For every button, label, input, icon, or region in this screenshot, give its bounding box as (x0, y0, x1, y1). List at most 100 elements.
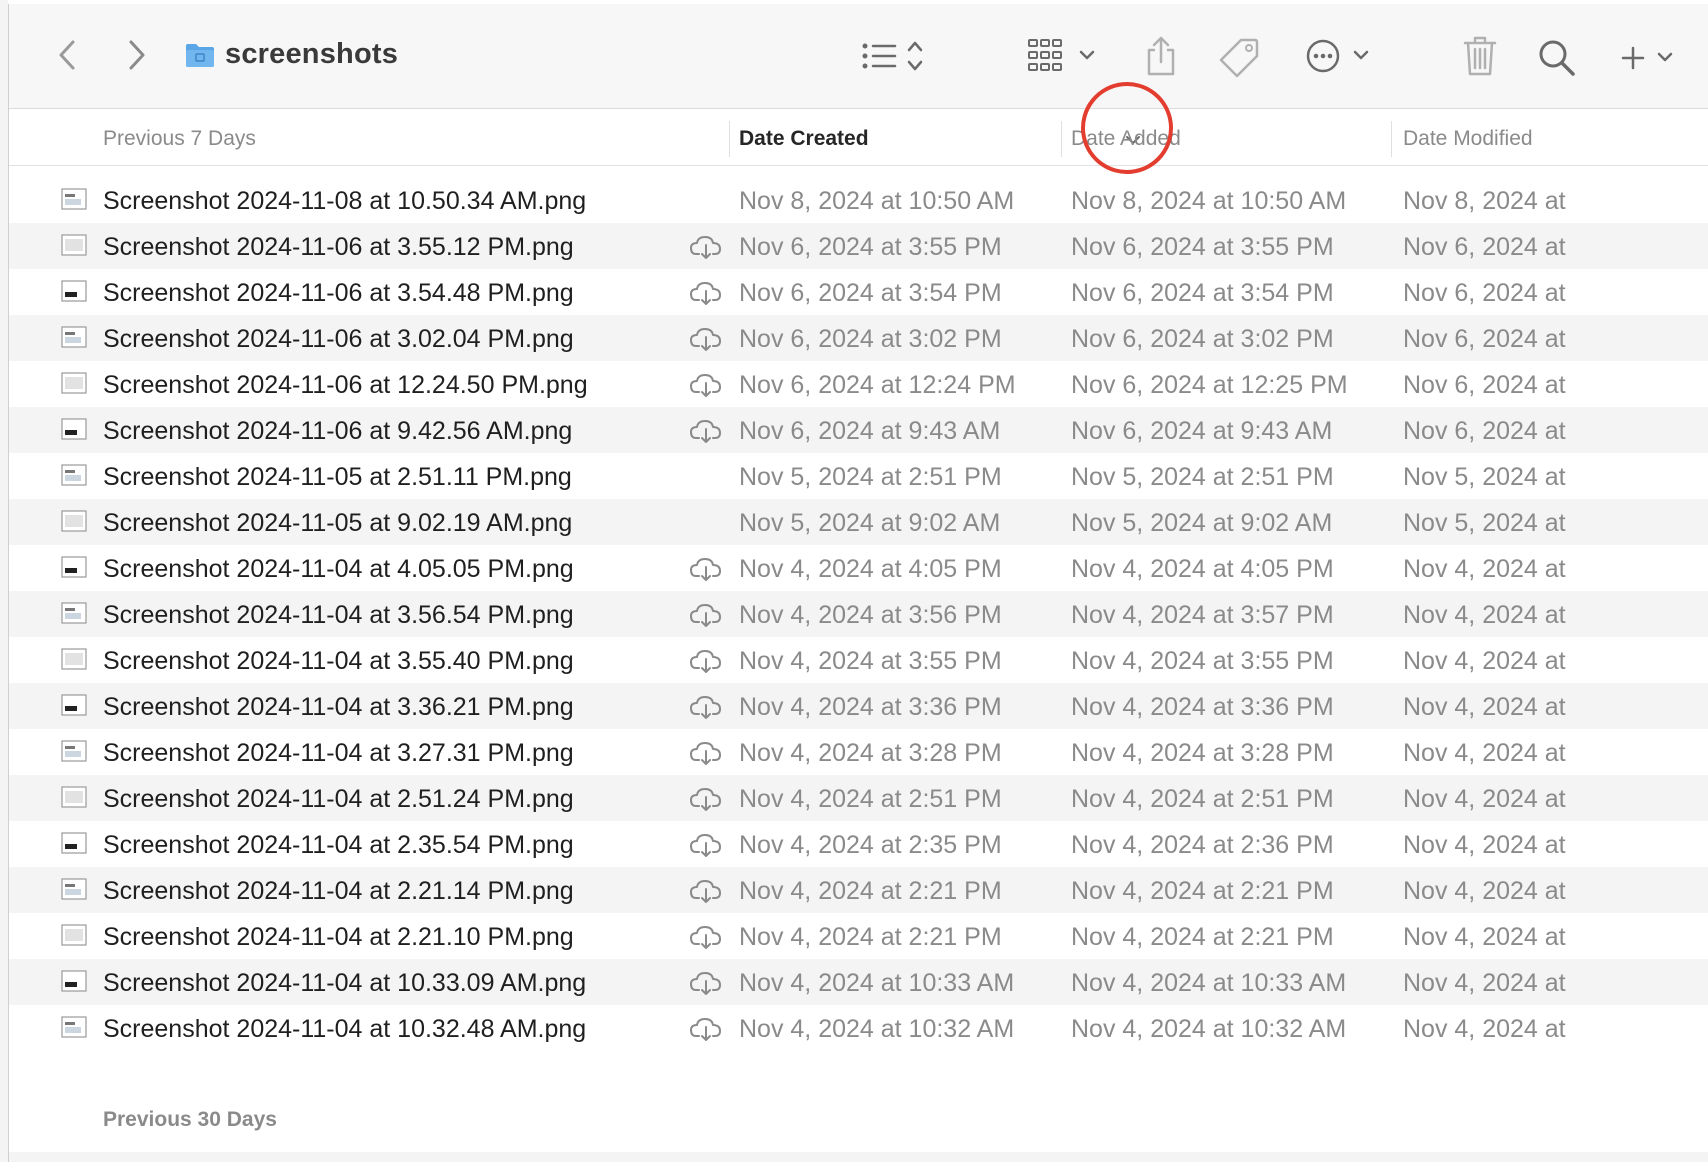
cloud-download-icon[interactable] (689, 556, 723, 582)
tag-button[interactable] (1219, 36, 1261, 78)
table-row[interactable]: Screenshot 2024-11-05 at 2.51.11 PM.png N… (9, 453, 1708, 499)
file-name[interactable]: Screenshot 2024-11-08 at 10.50.34 AM.png (103, 187, 586, 216)
png-file-icon (61, 694, 87, 716)
cloud-download-icon[interactable] (689, 786, 723, 812)
table-row[interactable]: Screenshot 2024-11-04 at 3.55.40 PM.png N… (9, 637, 1708, 683)
table-row[interactable]: Screenshot 2024-11-06 at 3.54.48 PM.png N… (9, 269, 1708, 315)
table-row[interactable]: Screenshot 2024-11-04 at 4.05.05 PM.png N… (9, 545, 1708, 591)
tag-icon (1219, 38, 1259, 78)
share-button[interactable] (1141, 34, 1181, 78)
date-added-cell: Nov 6, 2024 at 12:25 PM (1071, 371, 1348, 399)
table-row[interactable]: Screenshot 2024-11-04 at 10.33.09 AM.png… (9, 959, 1708, 1005)
file-name[interactable]: Screenshot 2024-11-06 at 12.24.50 PM.png (103, 371, 588, 400)
back-button[interactable] (51, 38, 85, 72)
date-modified-cell: Nov 4, 2024 at (1403, 647, 1566, 675)
file-name[interactable]: Screenshot 2024-11-04 at 2.51.24 PM.png (103, 785, 574, 814)
date-modified-cell: Nov 4, 2024 at (1403, 785, 1566, 813)
table-row[interactable]: Screenshot 2024-11-04 at 2.21.10 PM.png N… (9, 913, 1708, 959)
date-created-cell: Nov 6, 2024 at 12:24 PM (739, 371, 1016, 399)
cloud-download-icon[interactable] (689, 1016, 723, 1042)
png-file-icon (61, 188, 87, 210)
cloud-download-icon[interactable] (689, 832, 723, 858)
cloud-download-icon[interactable] (689, 234, 723, 260)
search-button[interactable] (1537, 38, 1577, 78)
table-row[interactable]: Screenshot 2024-11-08 at 10.50.34 AM.png… (9, 177, 1708, 223)
list-view-button[interactable] (861, 38, 931, 74)
date-added-cell: Nov 4, 2024 at 2:36 PM (1071, 831, 1334, 859)
cloud-download-icon[interactable] (689, 648, 723, 674)
file-name[interactable]: Screenshot 2024-11-04 at 3.27.31 PM.png (103, 739, 574, 768)
png-file-icon (61, 970, 87, 992)
date-created-cell: Nov 4, 2024 at 3:28 PM (739, 739, 1002, 767)
file-name[interactable]: Screenshot 2024-11-04 at 10.32.48 AM.png (103, 1015, 586, 1044)
table-row[interactable]: Screenshot 2024-11-06 at 12.24.50 PM.png… (9, 361, 1708, 407)
file-name[interactable]: Screenshot 2024-11-05 at 2.51.11 PM.png (103, 463, 572, 492)
table-row[interactable]: Screenshot 2024-11-06 at 3.55.12 PM.png N… (9, 223, 1708, 269)
cloud-download-icon[interactable] (689, 970, 723, 996)
date-modified-cell: Nov 8, 2024 at (1403, 187, 1566, 215)
date-added-cell: Nov 8, 2024 at 10:50 AM (1071, 187, 1347, 215)
date-created-cell: Nov 6, 2024 at 3:02 PM (739, 325, 1002, 353)
file-name[interactable]: Screenshot 2024-11-04 at 2.35.54 PM.png (103, 831, 574, 860)
cloud-download-icon[interactable] (689, 694, 723, 720)
date-added-cell: Nov 4, 2024 at 3:28 PM (1071, 739, 1334, 767)
file-name[interactable]: Screenshot 2024-11-06 at 3.02.04 PM.png (103, 325, 574, 354)
date-added-cell: Nov 4, 2024 at 2:21 PM (1071, 877, 1334, 905)
table-row[interactable]: Screenshot 2024-11-04 at 2.21.14 PM.png N… (9, 867, 1708, 913)
file-name[interactable]: Screenshot 2024-11-04 at 4.05.05 PM.png (103, 555, 574, 584)
file-name[interactable]: Screenshot 2024-11-04 at 2.21.10 PM.png (103, 923, 574, 952)
table-row[interactable]: Screenshot 2024-11-04 at 2.51.24 PM.png N… (9, 775, 1708, 821)
file-name[interactable]: Screenshot 2024-11-06 at 3.54.48 PM.png (103, 279, 574, 308)
date-added-cell: Nov 4, 2024 at 3:57 PM (1071, 601, 1334, 629)
cloud-download-icon[interactable] (689, 602, 723, 628)
file-name[interactable]: Screenshot 2024-11-04 at 10.33.09 AM.png (103, 969, 586, 998)
column-divider[interactable] (1061, 121, 1062, 157)
date-created-cell: Nov 6, 2024 at 3:55 PM (739, 233, 1002, 261)
file-name[interactable]: Screenshot 2024-11-04 at 3.56.54 PM.png (103, 601, 574, 630)
column-date-created[interactable]: Date Created (739, 127, 869, 151)
cloud-download-icon[interactable] (689, 372, 723, 398)
file-name[interactable]: Screenshot 2024-11-06 at 3.55.12 PM.png (103, 233, 574, 262)
cloud-download-icon[interactable] (689, 740, 723, 766)
folder-icon (185, 42, 215, 68)
file-name[interactable]: Screenshot 2024-11-06 at 9.42.56 AM.png (103, 417, 572, 446)
file-name[interactable]: Screenshot 2024-11-04 at 3.36.21 PM.png (103, 693, 574, 722)
png-file-icon (61, 740, 87, 762)
group-button[interactable] (1027, 36, 1107, 76)
column-divider[interactable] (729, 121, 730, 157)
ellipsis-circle-icon (1306, 39, 1369, 73)
table-row[interactable]: Screenshot 2024-11-04 at 3.56.54 PM.png N… (9, 591, 1708, 637)
table-row[interactable]: Screenshot 2024-11-04 at 10.32.48 AM.png… (9, 1005, 1708, 1051)
date-created-cell: Nov 4, 2024 at 3:55 PM (739, 647, 1002, 675)
date-added-cell: Nov 4, 2024 at 3:36 PM (1071, 693, 1334, 721)
file-name[interactable]: Screenshot 2024-11-04 at 3.55.40 PM.png (103, 647, 574, 676)
add-button[interactable] (1615, 38, 1685, 78)
table-row[interactable]: Screenshot 2024-11-04 at 3.27.31 PM.png N… (9, 729, 1708, 775)
png-file-icon (61, 556, 87, 578)
cloud-download-icon[interactable] (689, 326, 723, 352)
column-divider[interactable] (1391, 121, 1392, 157)
date-added-cell: Nov 6, 2024 at 3:54 PM (1071, 279, 1334, 307)
date-modified-cell: Nov 6, 2024 at (1403, 325, 1566, 353)
trash-button[interactable] (1461, 34, 1499, 78)
date-modified-cell: Nov 4, 2024 at (1403, 601, 1566, 629)
date-created-cell: Nov 4, 2024 at 2:21 PM (739, 923, 1002, 951)
file-name[interactable]: Screenshot 2024-11-05 at 9.02.19 AM.png (103, 509, 572, 538)
grid-group-icon (1028, 39, 1095, 71)
cloud-download-icon[interactable] (689, 280, 723, 306)
cloud-download-icon[interactable] (689, 878, 723, 904)
table-row[interactable]: Screenshot 2024-11-06 at 9.42.56 AM.png N… (9, 407, 1708, 453)
table-row[interactable]: Screenshot 2024-11-04 at 2.35.54 PM.png N… (9, 821, 1708, 867)
date-added-cell: Nov 4, 2024 at 10:33 AM (1071, 969, 1347, 997)
search-icon (1539, 40, 1575, 76)
table-row[interactable]: Screenshot 2024-11-04 at 3.36.21 PM.png N… (9, 683, 1708, 729)
cloud-download-icon[interactable] (689, 418, 723, 444)
cloud-download-icon[interactable] (689, 924, 723, 950)
table-row[interactable]: Screenshot 2024-11-06 at 3.02.04 PM.png N… (9, 315, 1708, 361)
forward-button[interactable] (119, 38, 153, 72)
column-date-modified[interactable]: Date Modified (1403, 127, 1533, 151)
file-name[interactable]: Screenshot 2024-11-04 at 2.21.14 PM.png (103, 877, 574, 906)
more-actions-button[interactable] (1305, 36, 1379, 76)
date-added-cell: Nov 4, 2024 at 3:55 PM (1071, 647, 1334, 675)
table-row[interactable]: Screenshot 2024-11-05 at 9.02.19 AM.png N… (9, 499, 1708, 545)
